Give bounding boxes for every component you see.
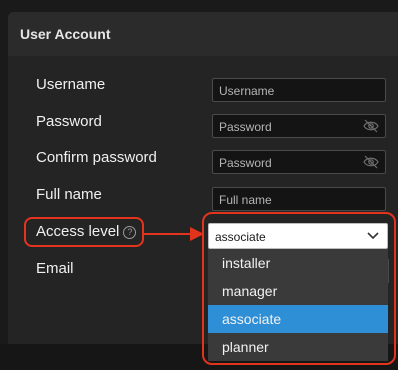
password-label: Password [36, 113, 102, 130]
chevron-down-icon[interactable] [367, 232, 379, 240]
menu-item-associate[interactable]: associate [208, 305, 388, 333]
eye-slash-icon[interactable] [363, 119, 379, 133]
access-level-label-text: Access level [36, 223, 120, 240]
password-placeholder: Password [219, 120, 272, 134]
arrow-right-icon [142, 227, 204, 241]
confirm-password-input[interactable]: Password [212, 150, 386, 174]
access-level-menu: installer manager associate planner [208, 249, 388, 361]
menu-item-manager[interactable]: manager [208, 277, 388, 305]
panel-title: User Account [20, 26, 111, 42]
menu-item-planner[interactable]: planner [208, 333, 388, 361]
help-circle-icon[interactable]: ? [123, 226, 137, 239]
full-name-input[interactable]: Full name [212, 187, 386, 211]
username-input[interactable]: Username [212, 78, 386, 102]
panel-header: User Account [8, 12, 398, 56]
access-level-value: associate [215, 230, 266, 244]
eye-slash-icon[interactable] [363, 155, 379, 169]
password-input[interactable]: Password [212, 114, 386, 138]
email-label: Email [36, 260, 74, 277]
full-name-placeholder: Full name [219, 193, 272, 207]
access-level-select[interactable]: associate [208, 223, 388, 249]
confirm-password-label: Confirm password [36, 149, 157, 166]
access-level-label: Access level? [36, 223, 137, 240]
menu-item-installer[interactable]: installer [208, 249, 388, 277]
confirm-password-placeholder: Password [219, 156, 272, 170]
username-placeholder: Username [219, 84, 275, 98]
full-name-label: Full name [36, 186, 102, 203]
username-label: Username [36, 76, 106, 93]
